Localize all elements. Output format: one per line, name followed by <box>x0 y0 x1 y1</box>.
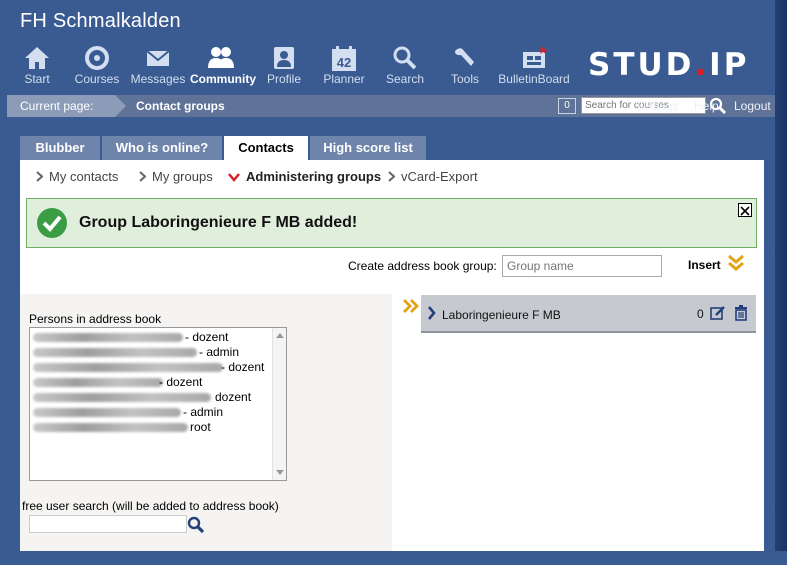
blurred-name <box>33 408 181 417</box>
nav-bulletinboard[interactable]: BulletinBoard <box>496 42 572 92</box>
group-member-count: 0 <box>697 307 704 321</box>
course-count-badge: 0 <box>558 98 576 114</box>
success-message-text: Group Laboringenieure F MB added! <box>79 214 358 231</box>
subnav-administering-groups[interactable]: Administering groups <box>228 169 381 185</box>
list-item[interactable]: dozent <box>30 388 286 404</box>
success-message: Group Laboringenieure F MB added! <box>26 198 757 248</box>
list-item[interactable]: - admin <box>30 343 286 359</box>
trash-icon[interactable] <box>734 305 748 326</box>
free-user-search-input[interactable] <box>29 515 187 533</box>
profile-icon <box>261 42 307 72</box>
content-panel: My contacts My groups Administering grou… <box>20 160 764 551</box>
chevron-down-icon <box>228 170 240 185</box>
search-icon <box>380 42 430 72</box>
tab-contacts[interactable]: Contacts <box>224 136 308 161</box>
tab-high-score-list[interactable]: High score list <box>310 136 426 160</box>
double-chevron-down-icon[interactable] <box>727 254 745 277</box>
community-icon <box>190 42 252 72</box>
checkmark-icon <box>37 208 67 243</box>
logout-link[interactable]: Logout <box>734 99 771 113</box>
edit-icon[interactable] <box>710 305 726 326</box>
blurred-name <box>33 423 188 432</box>
mail-icon <box>129 42 187 72</box>
nav-search[interactable]: Search <box>380 42 430 92</box>
search-icon[interactable] <box>187 516 205 539</box>
list-item[interactable]: - admin <box>30 403 286 419</box>
persons-in-address-book-label: Persons in address book <box>29 312 162 326</box>
nav-community[interactable]: Community <box>190 42 256 92</box>
breadcrumb-label: Current page: <box>7 95 115 117</box>
help-link[interactable]: Help <box>694 99 719 113</box>
scroll-down-arrow-icon[interactable] <box>276 470 284 475</box>
tab-who-is-online[interactable]: Who is online? <box>102 136 222 160</box>
bulletinboard-icon <box>496 42 572 72</box>
nav-courses[interactable]: Courses <box>68 42 126 92</box>
close-icon[interactable] <box>738 203 752 217</box>
calendar-icon: 42 <box>318 42 370 72</box>
list-item[interactable]: root <box>30 418 286 434</box>
home-icon <box>10 42 64 72</box>
wrench-icon <box>443 42 487 72</box>
settings-link[interactable]: Settings <box>635 99 678 113</box>
blurred-name <box>33 393 211 402</box>
tab-blubber[interactable]: Blubber <box>20 136 100 160</box>
blurred-name <box>33 333 183 342</box>
breadcrumb: 0 Settings Help Logout Current page: Con… <box>7 95 775 117</box>
breadcrumb-current: Contact groups <box>136 99 225 113</box>
chevron-right-icon <box>388 170 396 185</box>
chevron-right-icon <box>36 170 44 185</box>
subnav-my-groups[interactable]: My groups <box>139 169 213 185</box>
chevron-right-icon <box>139 170 147 185</box>
blurred-name <box>33 363 223 372</box>
group-name: Laboringenieure F MB <box>442 308 561 322</box>
list-item[interactable]: - dozent <box>30 328 286 344</box>
table-row[interactable]: Laboringenieure F MB 0 <box>421 295 756 333</box>
page-bottom-band <box>0 551 787 565</box>
breadcrumb-arrow <box>115 95 126 117</box>
blurred-name <box>33 348 197 357</box>
calendar-day-number: 42 <box>337 55 351 70</box>
nav-planner[interactable]: 42 Planner <box>318 42 370 92</box>
listbox-scrollbar[interactable] <box>272 328 286 480</box>
window-right-edge <box>775 0 787 565</box>
subnav-vcard-export[interactable]: vCard-Export <box>388 169 478 185</box>
group-name-input[interactable] <box>502 255 662 277</box>
scroll-up-arrow-icon[interactable] <box>276 333 284 338</box>
insert-button[interactable]: Insert <box>688 258 721 272</box>
nav-messages[interactable]: Messages <box>129 42 187 92</box>
nav-tools[interactable]: Tools <box>443 42 487 92</box>
courses-icon <box>68 42 126 72</box>
address-book-column: Persons in address book - dozent - admin… <box>20 294 392 551</box>
blurred-name <box>33 378 163 387</box>
list-item[interactable]: - dozent <box>30 373 286 389</box>
double-chevron-right-icon[interactable] <box>403 299 419 318</box>
nav-profile[interactable]: Profile <box>261 42 307 92</box>
person-listbox[interactable]: - dozent - admin - dozent - dozent dozen… <box>29 327 287 481</box>
site-title: FH Schmalkalden <box>20 10 181 32</box>
chevron-right-icon[interactable] <box>427 306 436 325</box>
subnav-my-contacts[interactable]: My contacts <box>36 169 118 185</box>
nav-start[interactable]: Start <box>10 42 64 92</box>
studip-logo: STUD.IP <box>588 47 750 83</box>
list-item[interactable]: - dozent <box>30 358 286 374</box>
create-group-label: Create address book group: <box>348 259 497 273</box>
free-user-search-label: free user search (will be added to addre… <box>22 499 279 513</box>
